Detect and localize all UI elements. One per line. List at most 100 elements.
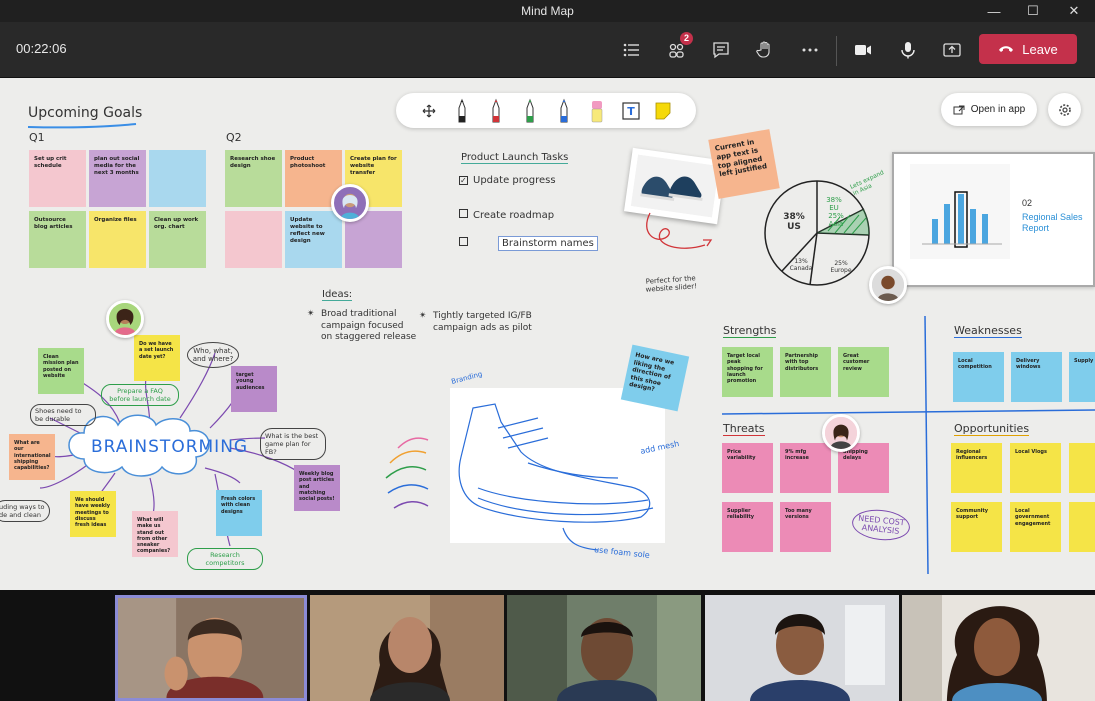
black-pen-tool[interactable] <box>451 98 473 124</box>
sticky-note[interactable]: Supplier reliability <box>722 502 773 552</box>
call-controls-bar: 00:22:06 2 Leave <box>0 22 1095 78</box>
website-slider-note: Perfect for the website slider! <box>645 274 698 294</box>
bar-chart-thumbnail <box>910 164 1010 259</box>
whiteboard-canvas[interactable]: T Open in app Upcoming Goals Q1 Q2 Set u… <box>0 78 1095 590</box>
sticky-note[interactable]: Local government engagement <box>1010 502 1061 552</box>
sticky-note[interactable]: Supply uncert <box>1069 352 1095 402</box>
task-item[interactable]: Brainstorm names <box>459 236 598 251</box>
green-pen-tool[interactable] <box>519 98 541 124</box>
idea-item: ✴ Tightly targeted IG/FB campaign ads as … <box>419 311 532 333</box>
highlighter-tool[interactable] <box>586 98 608 124</box>
sticky-note[interactable]: Partnership with top distributors <box>780 347 831 397</box>
sticky-note[interactable]: Update website to reflect new design <box>285 211 342 268</box>
move-arrows-icon <box>422 104 436 118</box>
q2-label: Q2 <box>226 131 242 144</box>
text-tool[interactable]: T <box>620 98 642 124</box>
sticky-note[interactable]: Set up crit schedule <box>29 150 86 207</box>
raise-hand-button[interactable] <box>751 36 779 64</box>
sticky-note[interactable]: Local Vlogs <box>1010 443 1061 493</box>
black-pen-icon <box>458 98 466 123</box>
sticky-note[interactable]: Too many versions <box>780 502 831 552</box>
sticky-note[interactable]: How are we liking the direction of this … <box>620 344 690 412</box>
sticky-note[interactable]: target young audiences <box>231 366 277 412</box>
collaborator-avatar <box>822 414 860 452</box>
share-screen-button[interactable] <box>938 36 966 64</box>
task-label: Update progress <box>473 175 556 186</box>
red-pen-icon <box>492 98 500 123</box>
sticky-note[interactable] <box>1069 502 1095 552</box>
participant-video <box>705 595 899 701</box>
close-icon[interactable]: ✕ <box>1055 0 1093 22</box>
blue-pen-tool[interactable] <box>553 98 575 124</box>
sticky-note[interactable] <box>225 211 282 268</box>
sticky-note[interactable]: plan out social media for the next 3 mon… <box>89 150 146 207</box>
participant-video-strip <box>0 590 1095 701</box>
sticky-note[interactable]: Great customer review <box>838 347 889 397</box>
sticky-note[interactable]: What are our international shipping capa… <box>9 434 55 480</box>
participant-video <box>507 595 701 701</box>
red-pen-tool[interactable] <box>485 98 507 124</box>
sticky-note[interactable]: Research shoe design <box>225 150 282 207</box>
checkbox-checked[interactable]: ✓ <box>459 176 468 185</box>
participant-video-tile[interactable] <box>115 595 307 701</box>
sticky-note[interactable]: Fresh colors with clean designs <box>216 490 262 536</box>
checkbox[interactable] <box>459 237 468 246</box>
meeting-chat-list-button[interactable] <box>618 36 646 64</box>
pie-label: 25% Europe <box>830 260 852 274</box>
pie-label: 38% EU <box>826 196 842 212</box>
sticky-note[interactable]: What will make us stand out from other s… <box>132 511 178 557</box>
more-icon <box>802 48 818 52</box>
participant-video-tile[interactable] <box>310 595 504 701</box>
sticky-note[interactable]: Price variability <box>722 443 773 493</box>
maximize-icon[interactable]: ☐ <box>1014 0 1052 22</box>
sticky-note[interactable]: We should have weekly meetings to discus… <box>70 491 116 537</box>
participant-video-tile[interactable] <box>902 595 1095 701</box>
open-external-icon <box>953 105 965 114</box>
mind-map-label: uding ways to de and clean <box>0 500 50 522</box>
task-edit-field[interactable]: Brainstorm names <box>498 236 598 251</box>
sticky-note[interactable]: 9% mfg increase <box>780 443 831 493</box>
pie-label: 38% US <box>783 212 805 232</box>
checkbox[interactable] <box>459 209 468 218</box>
sticky-note[interactable]: Do we have a set launch date yet? <box>134 335 180 381</box>
open-in-app-button[interactable]: Open in app <box>941 93 1037 126</box>
swot-threats-title: Threats <box>723 422 765 436</box>
tasks-title: Product Launch Tasks <box>461 152 569 164</box>
more-options-button[interactable] <box>796 36 824 64</box>
sticky-note[interactable]: Organize files <box>89 211 146 268</box>
call-timer: 00:22:06 <box>16 41 67 56</box>
task-item[interactable]: ✓ Update progress <box>459 175 556 186</box>
sticky-note[interactable]: Outsource blog articles <box>29 211 86 268</box>
camera-button[interactable] <box>849 36 877 64</box>
sticky-note[interactable]: Delivery windows <box>1011 352 1062 402</box>
lasso-select-tool[interactable] <box>418 98 440 124</box>
chat-button[interactable] <box>707 36 735 64</box>
brainstorm-center: BRAINSTORMING <box>91 437 249 457</box>
collaborator-avatar <box>106 300 144 338</box>
sticky-note[interactable] <box>149 150 206 207</box>
settings-button[interactable] <box>1048 93 1081 126</box>
participant-video-tile[interactable] <box>705 595 899 701</box>
microphone-button[interactable] <box>894 36 922 64</box>
sticky-note[interactable] <box>1069 443 1095 493</box>
task-item[interactable]: Create roadmap <box>459 209 554 221</box>
leave-button[interactable]: Leave <box>979 34 1077 64</box>
participants-button[interactable]: 2 <box>663 32 693 64</box>
sticky-note[interactable]: Community support <box>951 502 1002 552</box>
chat-icon <box>713 42 729 59</box>
sticky-note[interactable]: Weekly blog post articles and matching s… <box>294 465 340 511</box>
participant-video <box>902 595 1095 701</box>
sticky-note[interactable]: Target local peak shopping for launch pr… <box>722 347 773 397</box>
participant-video-tile[interactable] <box>507 595 701 701</box>
star-icon: ✴ <box>419 311 427 321</box>
participant-video <box>118 598 304 698</box>
sticky-note[interactable]: Clean up work org. chart <box>149 211 206 268</box>
sticky-note[interactable]: Regional influencers <box>951 443 1002 493</box>
sticky-note[interactable]: Local competition <box>953 352 1004 402</box>
sticky-note-tool[interactable] <box>652 98 674 124</box>
regional-sales-slide[interactable]: 02 Regional Sales Report <box>892 152 1095 287</box>
window-titlebar: Mind Map — ☐ ✕ <box>0 0 1095 22</box>
minimize-icon[interactable]: — <box>975 0 1013 22</box>
mind-map-label: Prepare a FAQ before launch date <box>101 384 179 406</box>
sticky-note[interactable]: Clean mission plan posted on website <box>38 348 84 394</box>
